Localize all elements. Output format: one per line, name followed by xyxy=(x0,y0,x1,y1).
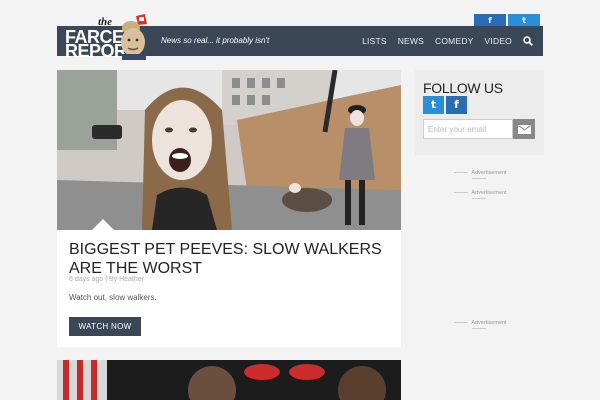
hero-illustration xyxy=(57,70,401,230)
follow-us-title: FOLLOW US xyxy=(423,80,503,96)
article-meta: 6 days ago | By Heather xyxy=(69,276,144,283)
email-field[interactable] xyxy=(423,119,513,139)
article-card: BIGGEST PET PEEVES: SLOW WALKERS ARE THE… xyxy=(57,230,401,347)
twitter-follow-button[interactable]: t xyxy=(423,96,444,114)
follow-us-widget: FOLLOW US t f xyxy=(415,70,544,155)
nav-item-video[interactable]: VIDEO xyxy=(485,36,512,46)
search-icon[interactable] xyxy=(523,36,533,46)
preview-illustration xyxy=(57,360,401,400)
nav-item-news[interactable]: NEWS xyxy=(398,36,424,46)
watch-now-button[interactable]: WATCH NOW xyxy=(69,317,141,336)
envelope-icon xyxy=(517,124,531,134)
facebook-icon: f xyxy=(454,98,459,111)
facebook-follow-button[interactable]: f xyxy=(446,96,467,114)
article-description: Watch out, slow walkers. xyxy=(69,293,157,302)
page: f t News so real... it probably isn't LI… xyxy=(0,0,600,400)
ad-label: Advertisement xyxy=(444,320,514,332)
site-logo[interactable]: the FARCE REPORT xyxy=(64,8,160,60)
article-hero-image[interactable] xyxy=(57,70,401,230)
nav-menu: LISTS NEWS COMEDY VIDEO xyxy=(362,26,533,56)
article-preview-image[interactable] xyxy=(57,360,401,400)
email-submit-button[interactable] xyxy=(513,119,535,139)
twitter-icon: t xyxy=(522,16,526,25)
ad-label: Advertisement xyxy=(444,170,514,182)
nav-item-lists[interactable]: LISTS xyxy=(362,36,387,46)
nav-item-comedy[interactable]: COMEDY xyxy=(435,36,474,46)
logo-mascot-icon xyxy=(121,14,147,60)
article-title[interactable]: BIGGEST PET PEEVES: SLOW WALKERS ARE THE… xyxy=(69,240,389,278)
facebook-icon: f xyxy=(488,16,492,25)
card-pointer xyxy=(92,219,114,230)
site-tagline: News so real... it probably isn't xyxy=(161,36,270,45)
ad-label: Advertisement xyxy=(444,190,514,202)
twitter-icon: t xyxy=(430,98,437,111)
